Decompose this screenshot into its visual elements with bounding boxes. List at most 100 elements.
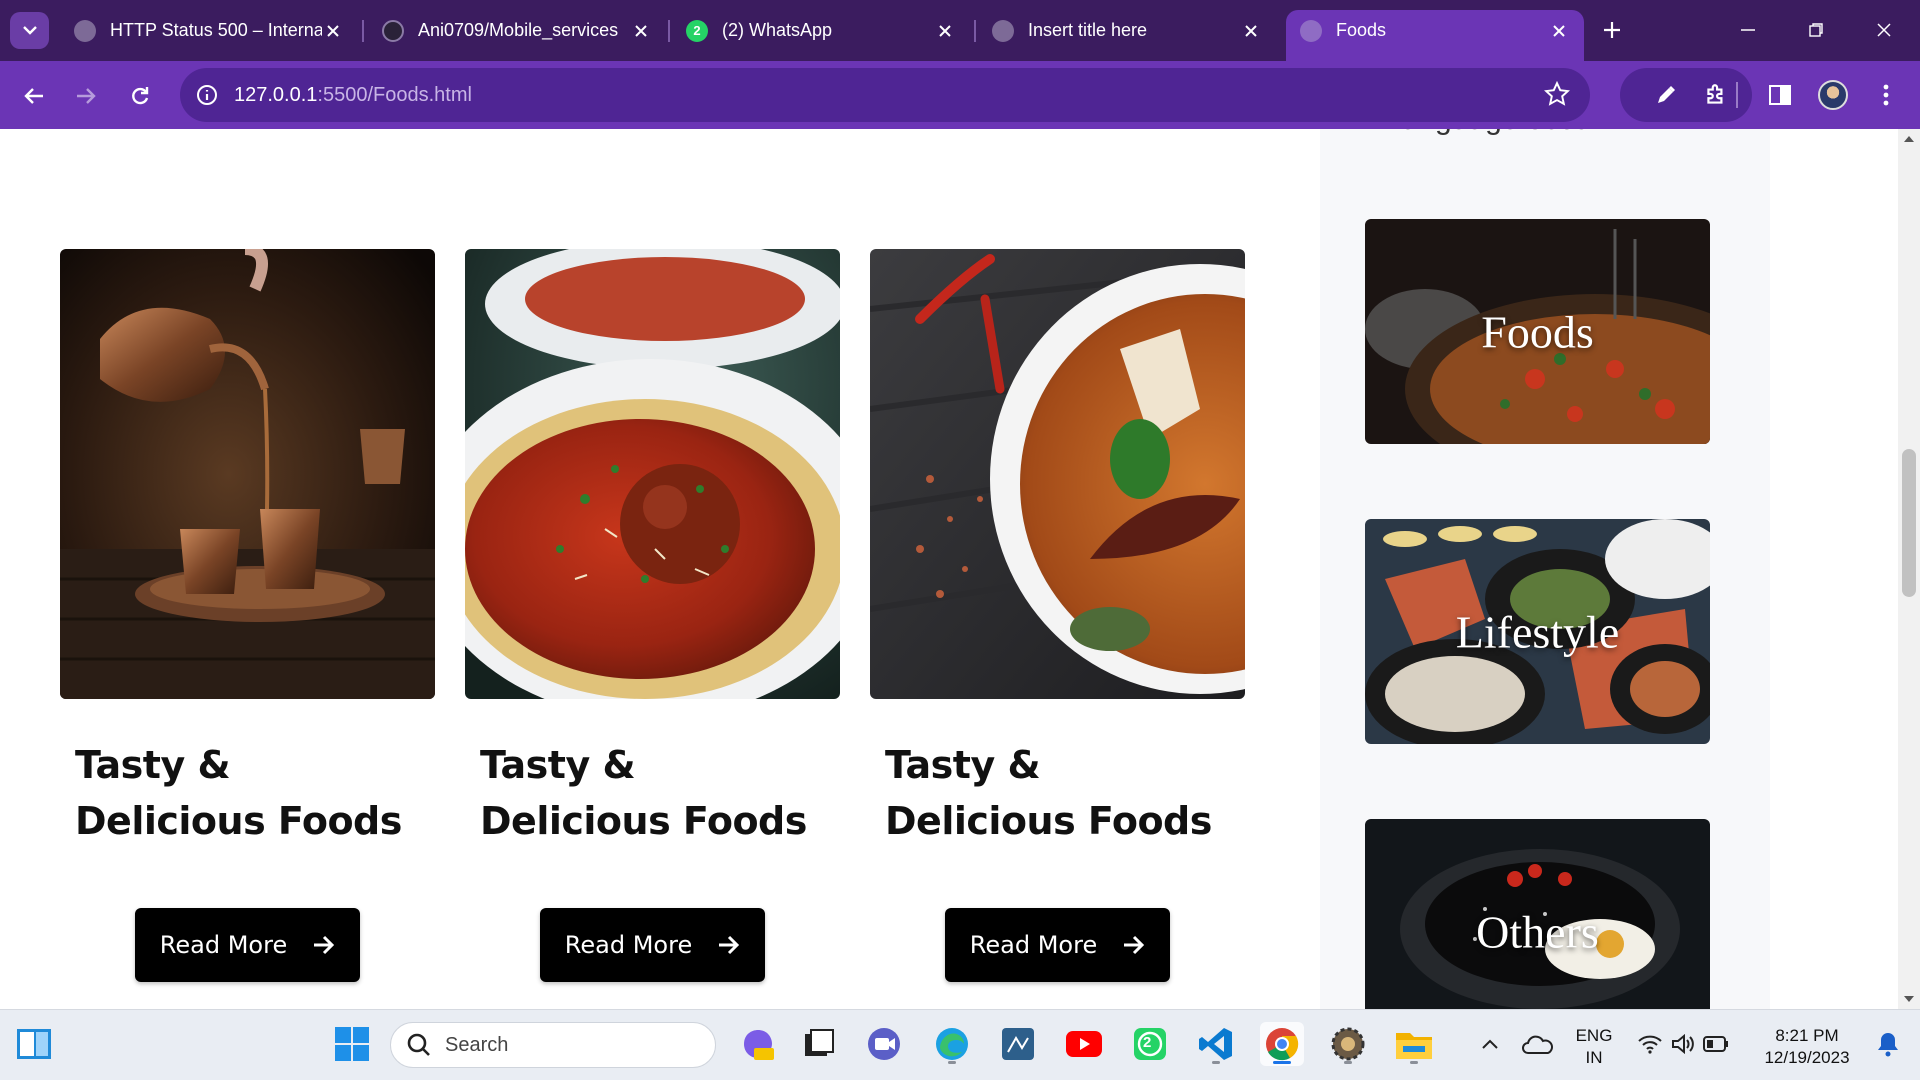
toolbar-divider: [1736, 82, 1738, 108]
tab-title: HTTP Status 500 – Internal Server Error: [110, 20, 322, 40]
close-icon[interactable]: [630, 20, 652, 42]
close-icon[interactable]: [322, 20, 344, 42]
file-explorer-icon[interactable]: [1392, 1022, 1436, 1066]
sidebar-card-label: Lifestyle: [1455, 606, 1620, 657]
chevron-up-icon[interactable]: [1468, 1022, 1512, 1066]
page-scrollbar[interactable]: [1898, 129, 1920, 1009]
wifi-icon: [1638, 1035, 1662, 1054]
plus-icon: [1604, 22, 1620, 38]
start-button[interactable]: [330, 1022, 374, 1066]
minimize-button[interactable]: [1728, 14, 1768, 46]
url-text[interactable]: 127.0.0.1:5500/Foods.html: [234, 84, 472, 107]
app-gear-icon[interactable]: [1326, 1022, 1370, 1066]
github-icon: [382, 19, 404, 42]
volume-icon: [1672, 1034, 1694, 1054]
read-more-label: Read More: [159, 931, 288, 959]
scroll-down-arrow[interactable]: [1898, 989, 1920, 1009]
sidebar-card-others[interactable]: Others: [1365, 819, 1710, 1009]
read-more-button[interactable]: Read More: [540, 908, 765, 982]
read-more-label: Read More: [969, 931, 1098, 959]
whatsapp-icon[interactable]: 2: [1128, 1022, 1172, 1066]
youtube-icon[interactable]: [1062, 1022, 1106, 1066]
clock[interactable]: 8:21 PM 12/19/2023: [1752, 1025, 1862, 1069]
region-code: IN: [1585, 1048, 1603, 1067]
back-button[interactable]: [16, 78, 52, 114]
card-title: Tasty & Delicious Foods: [75, 743, 402, 843]
reload-button[interactable]: [122, 78, 158, 114]
taskbar-search[interactable]: Search: [390, 1022, 716, 1068]
tab-github[interactable]: Ani0709/Mobile_services: [368, 10, 666, 51]
arrow-right-icon: [719, 935, 740, 955]
restore-icon: [1809, 23, 1823, 37]
puzzle-extension-icon[interactable]: [1698, 77, 1734, 113]
close-icon[interactable]: [1548, 20, 1570, 42]
tab-strip: HTTP Status 500 – Internal Server Error …: [0, 0, 1920, 61]
vscode-icon[interactable]: [1194, 1022, 1238, 1066]
mysql-workbench-icon[interactable]: [996, 1022, 1040, 1066]
tab-whatsapp[interactable]: 2 (2) WhatsApp: [672, 10, 970, 51]
sidebar-card-lifestyle[interactable]: Lifestyle: [1365, 519, 1710, 744]
tab-http-500[interactable]: HTTP Status 500 – Internal Server Error: [60, 10, 358, 51]
sidebar-card-label: Others: [1476, 906, 1599, 957]
tab-divider: [362, 20, 364, 42]
tab-foods[interactable]: Foods: [1286, 10, 1584, 61]
tab-insert-title[interactable]: Insert title here: [978, 10, 1276, 51]
arrow-right-icon: [314, 935, 335, 955]
widgets-icon[interactable]: [12, 1022, 56, 1066]
read-more-button[interactable]: Read More: [945, 908, 1170, 982]
tab-search-button[interactable]: [10, 12, 49, 49]
restore-button[interactable]: [1796, 14, 1836, 46]
battery-icon: [1703, 1036, 1728, 1052]
language-indicator[interactable]: ENG IN: [1572, 1025, 1616, 1069]
card-title: Tasty & Delicious Foods: [885, 743, 1212, 843]
arrow-right-icon: [77, 88, 96, 104]
close-icon: [1877, 23, 1891, 37]
new-tab-button[interactable]: [1596, 14, 1628, 46]
whatsapp-badge: 2: [1143, 1034, 1152, 1051]
card-image-spaghetti[interactable]: [465, 249, 840, 699]
task-view-icon[interactable]: [796, 1022, 840, 1066]
scroll-up-arrow[interactable]: [1898, 129, 1920, 149]
tab-divider: [974, 20, 976, 42]
browser-toolbar: 127.0.0.1:5500/Foods.html: [0, 61, 1920, 129]
chevron-down-icon: [22, 26, 37, 35]
site-info-icon[interactable]: [194, 82, 220, 108]
card-image-tea[interactable]: [60, 249, 435, 699]
clock-time: 8:21 PM: [1775, 1026, 1839, 1045]
clock-date: 12/19/2023: [1764, 1048, 1850, 1067]
notification-bell-icon[interactable]: [1866, 1022, 1910, 1066]
extensions-group: [1620, 68, 1752, 122]
teams-meet-icon[interactable]: [862, 1022, 906, 1066]
chrome-icon[interactable]: [1260, 1022, 1304, 1066]
sidebar-card-label: Foods: [1481, 306, 1594, 357]
arrow-right-icon: [1124, 935, 1145, 955]
forward-button[interactable]: [68, 78, 104, 114]
tab-title: Ani0709/Mobile_services: [418, 20, 619, 40]
sidebar-card-foods[interactable]: Foods: [1365, 219, 1710, 444]
kebab-menu-icon[interactable]: [1868, 77, 1904, 113]
read-more-button[interactable]: Read More: [135, 908, 360, 982]
taskbar: Search 2 ENG IN 8:21 PM 12/19/2023: [0, 1009, 1920, 1080]
onedrive-icon[interactable]: [1516, 1022, 1560, 1066]
reload-icon: [132, 87, 149, 105]
quick-settings[interactable]: [1630, 1022, 1736, 1066]
clipped-paragraph: language ocean.: [1395, 129, 1617, 137]
address-bar[interactable]: 127.0.0.1:5500/Foods.html: [180, 68, 1590, 122]
scroll-thumb[interactable]: [1902, 449, 1916, 597]
edge-icon[interactable]: [930, 1022, 974, 1066]
profile-avatar[interactable]: [1818, 80, 1848, 110]
card-title: Tasty & Delicious Foods: [480, 743, 807, 843]
side-panel-icon[interactable]: [1762, 77, 1798, 113]
search-icon: [407, 1033, 430, 1056]
close-icon[interactable]: [1240, 20, 1262, 42]
bookmark-star-icon[interactable]: [1543, 80, 1571, 112]
tab-title: (2) WhatsApp: [722, 20, 833, 40]
copilot-icon[interactable]: [736, 1022, 780, 1066]
close-window-button[interactable]: [1864, 14, 1904, 46]
eyedropper-icon[interactable]: [1648, 77, 1684, 113]
close-icon[interactable]: [934, 20, 956, 42]
card-image-curry[interactable]: [870, 249, 1245, 699]
search-placeholder: Search: [445, 1033, 509, 1056]
tab-divider: [668, 20, 670, 42]
minimize-icon: [1741, 29, 1755, 31]
